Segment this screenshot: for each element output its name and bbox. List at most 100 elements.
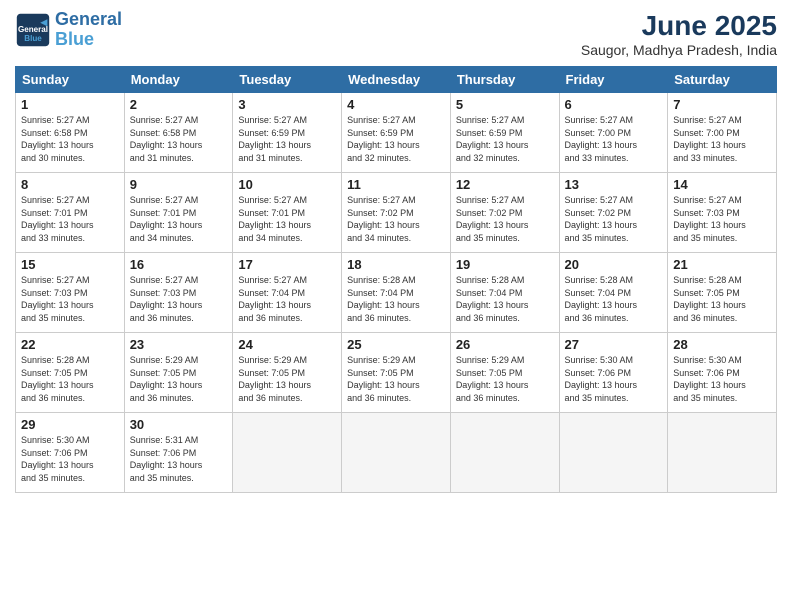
day-number: 25 <box>347 337 445 352</box>
calendar-cell: 27 Sunrise: 5:30 AM Sunset: 7:06 PM Dayli… <box>559 333 668 413</box>
calendar-cell: 25 Sunrise: 5:29 AM Sunset: 7:05 PM Dayli… <box>342 333 451 413</box>
day-info: Sunrise: 5:27 AM Sunset: 6:59 PM Dayligh… <box>456 114 554 164</box>
day-info: Sunrise: 5:27 AM Sunset: 7:02 PM Dayligh… <box>565 194 663 244</box>
day-number: 22 <box>21 337 119 352</box>
calendar-cell: 7 Sunrise: 5:27 AM Sunset: 7:00 PM Daylig… <box>668 93 777 173</box>
title-block: June 2025 Saugor, Madhya Pradesh, India <box>581 10 777 58</box>
day-info: Sunrise: 5:27 AM Sunset: 7:03 PM Dayligh… <box>673 194 771 244</box>
calendar-subtitle: Saugor, Madhya Pradesh, India <box>581 42 777 58</box>
day-info: Sunrise: 5:29 AM Sunset: 7:05 PM Dayligh… <box>130 354 228 404</box>
day-number: 5 <box>456 97 554 112</box>
day-number: 10 <box>238 177 336 192</box>
logo-text: GeneralBlue <box>55 10 122 50</box>
calendar-cell: 13Sunrise: 5:27 AM Sunset: 7:02 PM Dayli… <box>559 173 668 253</box>
calendar-cell: 2 Sunrise: 5:27 AM Sunset: 6:58 PM Daylig… <box>124 93 233 173</box>
header-friday: Friday <box>559 67 668 93</box>
day-info: Sunrise: 5:27 AM Sunset: 7:00 PM Dayligh… <box>565 114 663 164</box>
day-info: Sunrise: 5:28 AM Sunset: 7:05 PM Dayligh… <box>21 354 119 404</box>
day-info: Sunrise: 5:29 AM Sunset: 7:05 PM Dayligh… <box>238 354 336 404</box>
day-info: Sunrise: 5:27 AM Sunset: 6:59 PM Dayligh… <box>347 114 445 164</box>
calendar-week-2: 8 Sunrise: 5:27 AM Sunset: 7:01 PM Daylig… <box>16 173 777 253</box>
day-info: Sunrise: 5:27 AM Sunset: 7:02 PM Dayligh… <box>347 194 445 244</box>
day-number: 3 <box>238 97 336 112</box>
day-info: Sunrise: 5:28 AM Sunset: 7:04 PM Dayligh… <box>347 274 445 324</box>
calendar-title: June 2025 <box>581 10 777 42</box>
day-number: 11 <box>347 177 445 192</box>
calendar-week-3: 15Sunrise: 5:27 AM Sunset: 7:03 PM Dayli… <box>16 253 777 333</box>
day-info: Sunrise: 5:27 AM Sunset: 6:58 PM Dayligh… <box>130 114 228 164</box>
day-number: 1 <box>21 97 119 112</box>
calendar-cell: 23 Sunrise: 5:29 AM Sunset: 7:05 PM Dayli… <box>124 333 233 413</box>
header-monday: Monday <box>124 67 233 93</box>
day-number: 7 <box>673 97 771 112</box>
day-number: 12 <box>456 177 554 192</box>
day-info: Sunrise: 5:30 AM Sunset: 7:06 PM Dayligh… <box>565 354 663 404</box>
calendar-cell: 9 Sunrise: 5:27 AM Sunset: 7:01 PM Daylig… <box>124 173 233 253</box>
day-number: 9 <box>130 177 228 192</box>
day-info: Sunrise: 5:28 AM Sunset: 7:05 PM Dayligh… <box>673 274 771 324</box>
calendar-cell: 8 Sunrise: 5:27 AM Sunset: 7:01 PM Daylig… <box>16 173 125 253</box>
calendar-cell: 17 Sunrise: 5:27 AM Sunset: 7:04 PM Dayli… <box>233 253 342 333</box>
calendar-cell <box>233 413 342 493</box>
day-number: 14 <box>673 177 771 192</box>
calendar-cell: 28Sunrise: 5:30 AM Sunset: 7:06 PM Dayli… <box>668 333 777 413</box>
calendar-cell <box>559 413 668 493</box>
calendar-cell: 3Sunrise: 5:27 AM Sunset: 6:59 PM Daylig… <box>233 93 342 173</box>
calendar-cell <box>342 413 451 493</box>
day-info: Sunrise: 5:28 AM Sunset: 7:04 PM Dayligh… <box>565 274 663 324</box>
calendar-cell: 14 Sunrise: 5:27 AM Sunset: 7:03 PM Dayli… <box>668 173 777 253</box>
day-number: 27 <box>565 337 663 352</box>
day-info: Sunrise: 5:30 AM Sunset: 7:06 PM Dayligh… <box>673 354 771 404</box>
calendar-body: 1 Sunrise: 5:27 AM Sunset: 6:58 PM Daylig… <box>16 93 777 493</box>
header-tuesday: Tuesday <box>233 67 342 93</box>
day-info: Sunrise: 5:27 AM Sunset: 7:01 PM Dayligh… <box>21 194 119 244</box>
page-container: General Blue GeneralBlue June 2025 Saugo… <box>0 0 792 503</box>
logo: General Blue GeneralBlue <box>15 10 122 50</box>
day-info: Sunrise: 5:30 AM Sunset: 7:06 PM Dayligh… <box>21 434 119 484</box>
calendar-cell: 4 Sunrise: 5:27 AM Sunset: 6:59 PM Daylig… <box>342 93 451 173</box>
day-number: 24 <box>238 337 336 352</box>
calendar-cell: 19Sunrise: 5:28 AM Sunset: 7:04 PM Dayli… <box>450 253 559 333</box>
day-info: Sunrise: 5:27 AM Sunset: 7:01 PM Dayligh… <box>130 194 228 244</box>
day-info: Sunrise: 5:29 AM Sunset: 7:05 PM Dayligh… <box>347 354 445 404</box>
day-number: 6 <box>565 97 663 112</box>
header-saturday: Saturday <box>668 67 777 93</box>
day-number: 8 <box>21 177 119 192</box>
logo-icon: General Blue <box>15 12 51 48</box>
day-number: 23 <box>130 337 228 352</box>
calendar-cell: 11 Sunrise: 5:27 AM Sunset: 7:02 PM Dayli… <box>342 173 451 253</box>
calendar-week-4: 22 Sunrise: 5:28 AM Sunset: 7:05 PM Dayli… <box>16 333 777 413</box>
calendar-cell <box>668 413 777 493</box>
day-number: 30 <box>130 417 228 432</box>
calendar-week-1: 1 Sunrise: 5:27 AM Sunset: 6:58 PM Daylig… <box>16 93 777 173</box>
calendar-cell: 22 Sunrise: 5:28 AM Sunset: 7:05 PM Dayli… <box>16 333 125 413</box>
day-info: Sunrise: 5:27 AM Sunset: 7:04 PM Dayligh… <box>238 274 336 324</box>
calendar-cell: 1 Sunrise: 5:27 AM Sunset: 6:58 PM Daylig… <box>16 93 125 173</box>
day-info: Sunrise: 5:27 AM Sunset: 7:00 PM Dayligh… <box>673 114 771 164</box>
day-number: 19 <box>456 257 554 272</box>
header-thursday: Thursday <box>450 67 559 93</box>
calendar-cell: 30 Sunrise: 5:31 AM Sunset: 7:06 PM Dayli… <box>124 413 233 493</box>
calendar-cell: 24 Sunrise: 5:29 AM Sunset: 7:05 PM Dayli… <box>233 333 342 413</box>
header-wednesday: Wednesday <box>342 67 451 93</box>
header-row: Sunday Monday Tuesday Wednesday Thursday… <box>16 67 777 93</box>
calendar-cell: 12Sunrise: 5:27 AM Sunset: 7:02 PM Dayli… <box>450 173 559 253</box>
calendar-cell: 6 Sunrise: 5:27 AM Sunset: 7:00 PM Daylig… <box>559 93 668 173</box>
calendar-cell: 16 Sunrise: 5:27 AM Sunset: 7:03 PM Dayli… <box>124 253 233 333</box>
svg-text:Blue: Blue <box>24 34 42 43</box>
day-number: 17 <box>238 257 336 272</box>
day-number: 29 <box>21 417 119 432</box>
calendar-cell: 21Sunrise: 5:28 AM Sunset: 7:05 PM Dayli… <box>668 253 777 333</box>
day-number: 4 <box>347 97 445 112</box>
day-info: Sunrise: 5:31 AM Sunset: 7:06 PM Dayligh… <box>130 434 228 484</box>
day-number: 16 <box>130 257 228 272</box>
day-info: Sunrise: 5:29 AM Sunset: 7:05 PM Dayligh… <box>456 354 554 404</box>
day-number: 26 <box>456 337 554 352</box>
day-number: 2 <box>130 97 228 112</box>
calendar-table: Sunday Monday Tuesday Wednesday Thursday… <box>15 66 777 493</box>
day-info: Sunrise: 5:27 AM Sunset: 7:03 PM Dayligh… <box>130 274 228 324</box>
calendar-cell: 26 Sunrise: 5:29 AM Sunset: 7:05 PM Dayli… <box>450 333 559 413</box>
calendar-cell: 18Sunrise: 5:28 AM Sunset: 7:04 PM Dayli… <box>342 253 451 333</box>
day-info: Sunrise: 5:27 AM Sunset: 6:58 PM Dayligh… <box>21 114 119 164</box>
calendar-cell <box>450 413 559 493</box>
